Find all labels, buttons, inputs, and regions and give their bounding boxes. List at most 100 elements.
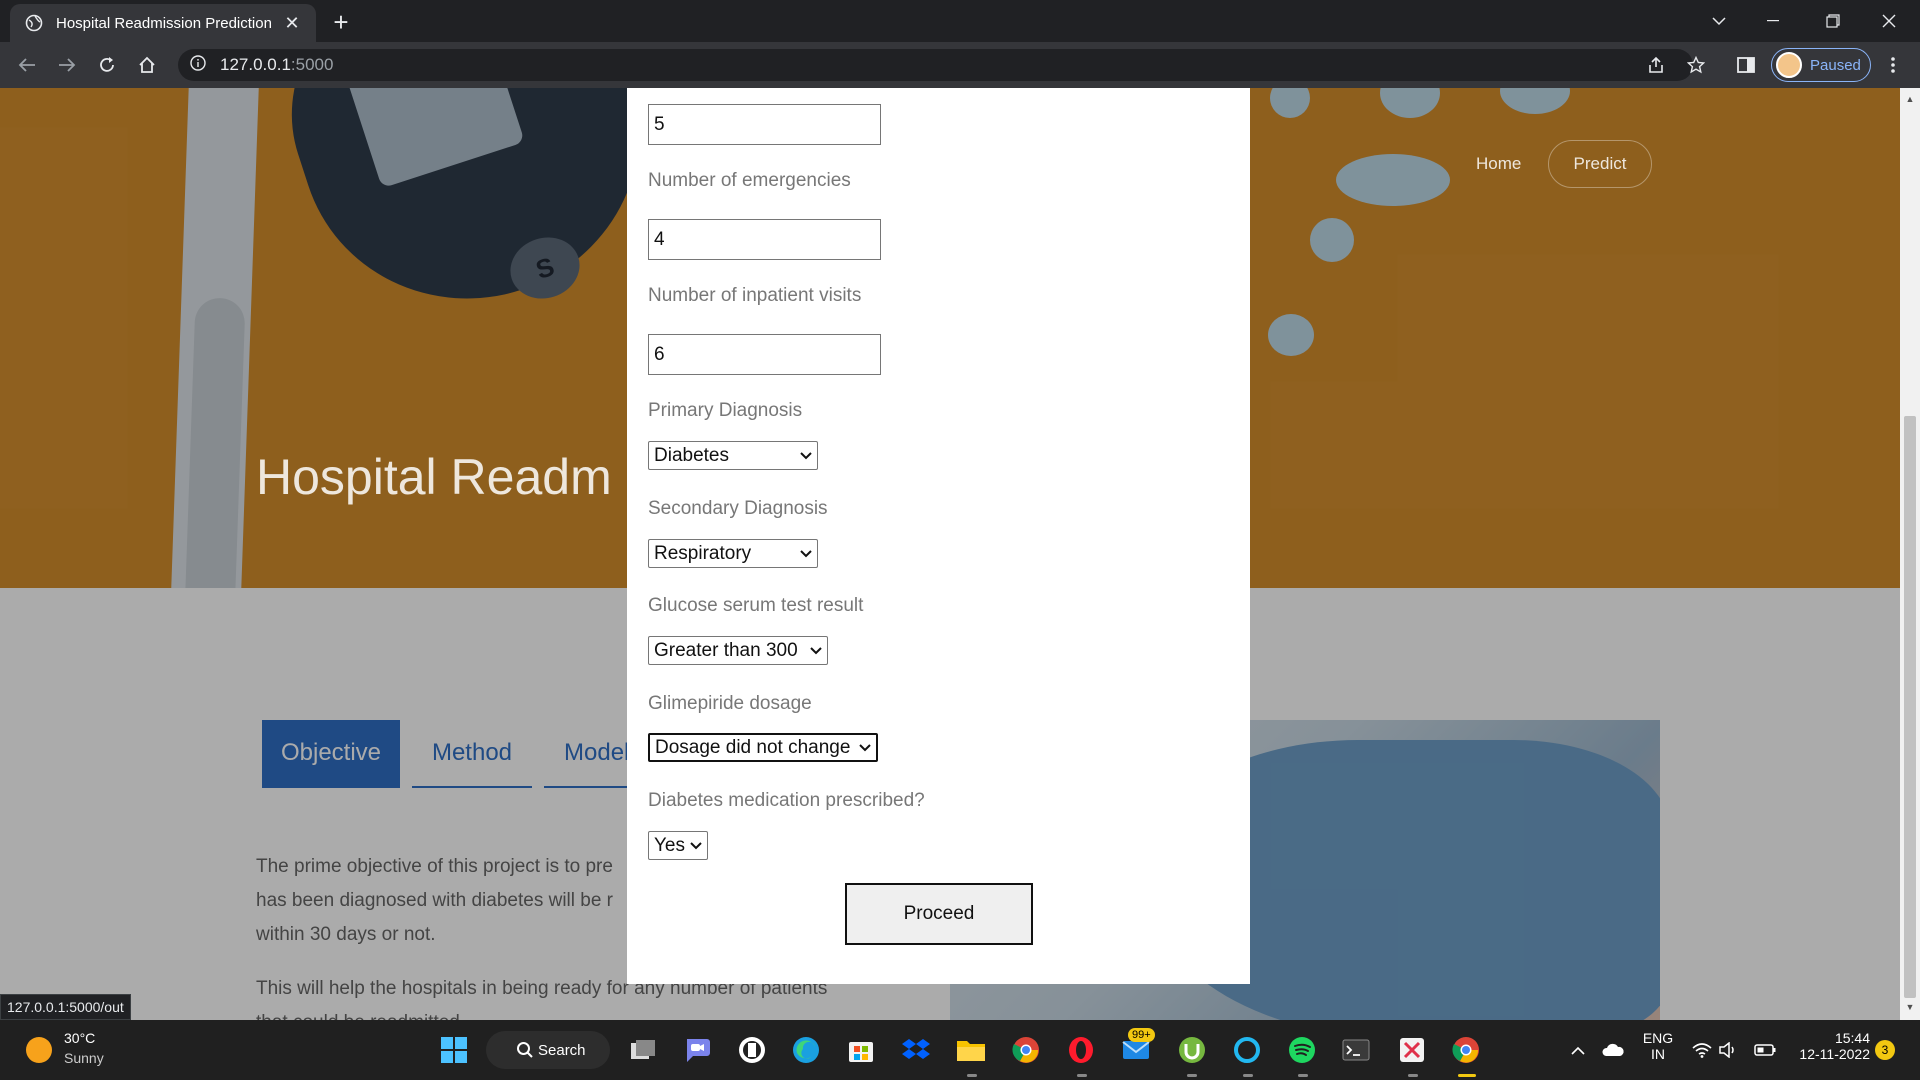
restore-button[interactable] xyxy=(1810,6,1856,36)
globe-icon xyxy=(24,13,44,33)
page-viewport: S Hospital Readm Home Predict Objective … xyxy=(0,88,1900,1020)
clock[interactable]: 15:44 12-11-2022 xyxy=(1790,1030,1870,1062)
edge-browser-icon[interactable] xyxy=(790,1034,822,1066)
nav-home-link[interactable]: Home xyxy=(1476,154,1521,174)
profile-status: Paused xyxy=(1810,56,1861,74)
dropbox-icon[interactable] xyxy=(900,1034,932,1066)
spotify-icon[interactable] xyxy=(1286,1034,1318,1066)
back-arrow-icon[interactable] xyxy=(12,50,42,80)
weather-temperature[interactable]: 30°C xyxy=(64,1030,95,1046)
chevron-down-icon xyxy=(855,743,871,752)
page-scrollbar[interactable]: ▲ ▼ xyxy=(1900,88,1920,1020)
primary-diagnosis-value: Diabetes xyxy=(654,444,729,466)
search-label: Search xyxy=(538,1041,586,1059)
clock-date: 12-11-2022 xyxy=(1799,1046,1870,1062)
tab-title: Hospital Readmission Prediction xyxy=(56,14,272,32)
forward-arrow-icon[interactable] xyxy=(52,50,82,80)
emergencies-input[interactable] xyxy=(648,219,881,260)
minimize-button[interactable] xyxy=(1750,6,1796,36)
proceed-button[interactable]: Proceed xyxy=(845,883,1033,945)
primary-diagnosis-select[interactable]: Diabetes xyxy=(648,441,818,470)
glucose-serum-value: Greater than 300 xyxy=(654,639,798,661)
diabetes-medication-value: Yes xyxy=(654,834,685,856)
utorrent-icon[interactable] xyxy=(1176,1034,1208,1066)
battery-icon[interactable] xyxy=(1752,1034,1778,1066)
new-tab-button[interactable]: + xyxy=(326,8,356,38)
teams-chat-icon[interactable] xyxy=(681,1034,713,1066)
region-code: IN xyxy=(1651,1046,1665,1062)
diabetes-medication-select[interactable]: Yes xyxy=(648,831,708,860)
side-panel-icon[interactable] xyxy=(1730,50,1762,80)
running-indicator xyxy=(1187,1074,1197,1077)
share-icon[interactable] xyxy=(1640,50,1672,80)
emergencies-label: Number of emergencies xyxy=(648,170,851,191)
browser-toolbar: 127.0.0.1:5000 Paused xyxy=(0,42,1920,88)
terminal-icon[interactable] xyxy=(1340,1034,1372,1066)
secondary-diagnosis-value: Respiratory xyxy=(654,542,752,564)
browser-titlebar: Hospital Readmission Prediction ✕ + xyxy=(0,0,1920,42)
close-window-button[interactable] xyxy=(1866,6,1912,36)
running-indicator xyxy=(1077,1074,1087,1077)
app-icon-round[interactable] xyxy=(736,1034,768,1066)
info-icon[interactable] xyxy=(190,54,206,76)
avatar xyxy=(1776,52,1802,78)
chevron-down-icon xyxy=(796,549,812,558)
opera-icon[interactable] xyxy=(1065,1034,1097,1066)
file-explorer-icon[interactable] xyxy=(955,1034,987,1066)
scroll-up-arrow-icon[interactable]: ▲ xyxy=(1905,94,1915,104)
link-status-bubble: 127.0.0.1:5000/out xyxy=(0,994,131,1020)
inpatient-visits-label: Number of inpatient visits xyxy=(648,285,862,306)
mail-badge: 99+ xyxy=(1128,1028,1155,1042)
profile-button[interactable]: Paused xyxy=(1771,48,1871,82)
prediction-form-modal: Number of emergencies Number of inpatien… xyxy=(627,88,1250,984)
weather-sun-icon[interactable] xyxy=(26,1037,52,1063)
running-indicator xyxy=(967,1074,977,1077)
chrome-icon[interactable] xyxy=(1010,1034,1042,1066)
volume-icon[interactable] xyxy=(1716,1034,1740,1066)
weather-description[interactable]: Sunny xyxy=(64,1050,104,1066)
glimepiride-dosage-select[interactable]: Dosage did not change xyxy=(648,733,878,762)
bookmark-star-icon[interactable] xyxy=(1680,50,1712,80)
snipping-tool-icon[interactable] xyxy=(1396,1034,1428,1066)
chrome-active-icon[interactable] xyxy=(1450,1034,1482,1066)
chevron-down-icon xyxy=(796,451,812,460)
running-indicator xyxy=(1243,1074,1253,1077)
hero-title: Hospital Readm xyxy=(256,449,612,505)
reload-icon[interactable] xyxy=(92,50,122,80)
chevron-down-icon xyxy=(806,646,822,655)
scroll-thumb[interactable] xyxy=(1904,416,1916,998)
notification-count-badge[interactable]: 3 xyxy=(1875,1040,1895,1060)
language-code: ENG xyxy=(1642,1030,1674,1046)
nav-predict-link[interactable]: Predict xyxy=(1548,140,1652,188)
glucose-serum-select[interactable]: Greater than 300 xyxy=(648,636,828,665)
taskbar-search[interactable]: Search xyxy=(486,1031,610,1069)
primary-diagnosis-label: Primary Diagnosis xyxy=(648,400,803,421)
number-input[interactable] xyxy=(648,104,881,145)
microsoft-store-icon[interactable] xyxy=(845,1034,877,1066)
secondary-diagnosis-select[interactable]: Respiratory xyxy=(648,539,818,568)
browser-tab[interactable]: Hospital Readmission Prediction ✕ xyxy=(10,4,316,42)
chevron-down-icon xyxy=(686,841,702,850)
more-menu-icon[interactable] xyxy=(1878,50,1908,80)
wifi-icon[interactable] xyxy=(1690,1034,1714,1066)
task-view-icon[interactable] xyxy=(627,1034,659,1066)
secondary-diagnosis-label: Secondary Diagnosis xyxy=(648,498,828,519)
home-icon[interactable] xyxy=(132,50,162,80)
scroll-down-arrow-icon[interactable]: ▼ xyxy=(1905,1002,1915,1012)
address-bar[interactable]: 127.0.0.1:5000 xyxy=(178,49,1693,81)
inpatient-visits-input[interactable] xyxy=(648,334,881,375)
language-indicator[interactable]: ENG IN xyxy=(1640,1030,1676,1062)
url-host: 127.0.0.1 xyxy=(220,55,291,74)
url-port: :5000 xyxy=(290,55,334,74)
glimepiride-dosage-value: Dosage did not change xyxy=(655,736,851,758)
onedrive-cloud-icon[interactable] xyxy=(1598,1034,1628,1066)
running-indicator xyxy=(1408,1074,1418,1077)
windows-start-icon[interactable] xyxy=(438,1034,470,1066)
chevron-up-icon[interactable] xyxy=(1568,1034,1588,1066)
glimepiride-dosage-label: Glimepiride dosage xyxy=(648,693,812,714)
cortana-icon[interactable] xyxy=(1231,1034,1263,1066)
running-indicator xyxy=(1298,1074,1308,1077)
tab-search-chevron-icon[interactable] xyxy=(1696,6,1742,36)
close-tab-icon[interactable]: ✕ xyxy=(282,13,302,34)
diabetes-medication-label: Diabetes medication prescribed? xyxy=(648,790,925,811)
